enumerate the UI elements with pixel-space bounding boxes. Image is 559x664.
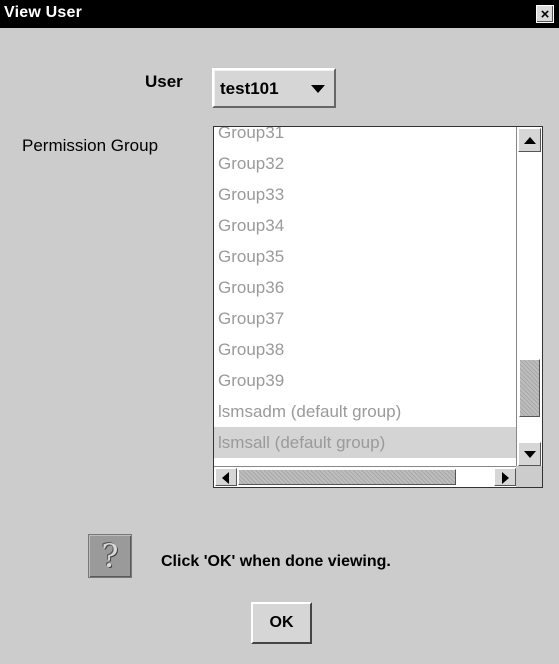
list-item[interactable]: Group35 [214, 241, 517, 272]
list-item[interactable]: Group37 [214, 303, 517, 334]
title-bar[interactable]: View User × [0, 0, 559, 28]
list-item[interactable]: lsmsall (default group) [214, 427, 517, 458]
close-button[interactable]: × [536, 5, 554, 23]
permission-group-items: Group31 Group32 Group33 Group34 Group35 Group… [214, 127, 517, 467]
list-item[interactable]: Group38 [214, 334, 517, 365]
permission-group-label: Permission Group [22, 136, 159, 155]
list-item[interactable]: Group33 [214, 179, 517, 210]
window-title: View User [4, 4, 82, 21]
scrollbar-corner [516, 466, 542, 487]
scroll-down-button[interactable] [518, 442, 541, 466]
user-dropdown-value: test101 [220, 79, 279, 98]
arrow-right-icon [502, 472, 509, 484]
list-item[interactable]: Group31 [214, 127, 517, 148]
vertical-scroll-thumb[interactable] [519, 359, 540, 417]
view-user-dialog: View User × User test101 Permission Grou… [0, 0, 559, 664]
chevron-down-icon [311, 85, 325, 93]
scroll-right-button[interactable] [494, 468, 516, 486]
list-item[interactable]: Group32 [214, 148, 517, 179]
list-item[interactable]: Group34 [214, 210, 517, 241]
scroll-left-button[interactable] [215, 468, 237, 486]
ok-button[interactable]: OK [251, 602, 312, 644]
horizontal-scrollbar[interactable] [214, 466, 517, 487]
user-label: User [145, 72, 183, 91]
instruction-message: Click 'OK' when done viewing. [161, 553, 391, 570]
list-item[interactable]: Group39 [214, 365, 517, 396]
user-dropdown[interactable]: test101 [212, 68, 336, 108]
help-glyph: ? [101, 537, 119, 575]
permission-group-list[interactable]: Group31 Group32 Group33 Group34 Group35 Group… [213, 126, 543, 488]
question-mark-icon: ? [88, 534, 132, 578]
arrow-down-icon [524, 451, 536, 458]
list-item[interactable]: Group36 [214, 272, 517, 303]
horizontal-scroll-thumb[interactable] [238, 469, 456, 485]
arrow-up-icon [524, 137, 536, 144]
arrow-left-icon [222, 472, 229, 484]
close-icon: × [540, 6, 550, 23]
vertical-scrollbar[interactable] [516, 127, 542, 467]
list-item[interactable]: lsmsadm (default group) [214, 396, 517, 427]
scroll-up-button[interactable] [518, 128, 541, 152]
